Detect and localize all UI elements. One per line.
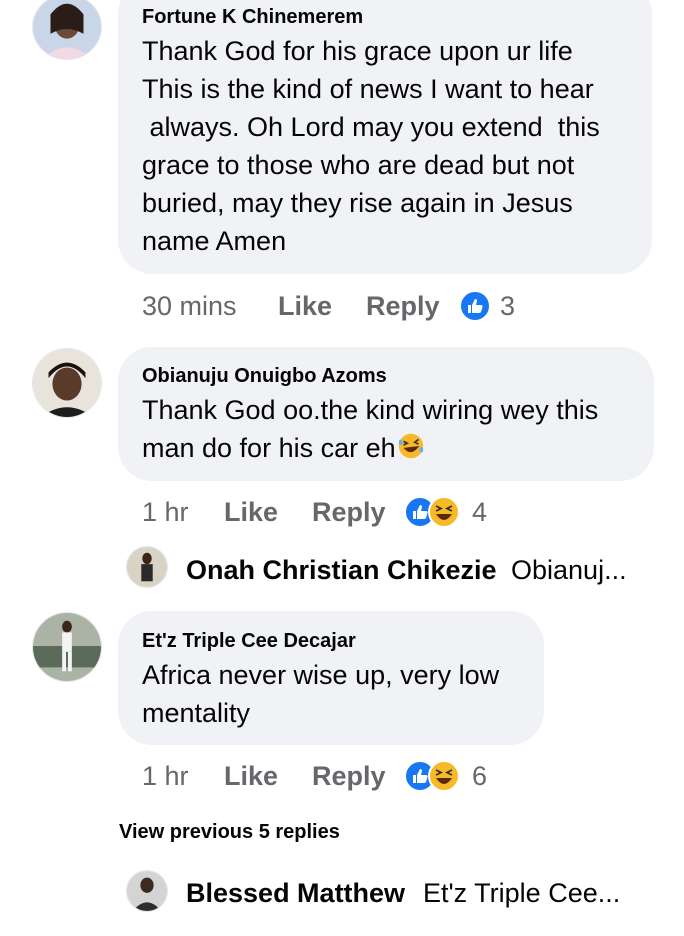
comment-author[interactable]: Obianuju Onuigbo Azoms [142, 365, 387, 388]
avatar-etz[interactable] [32, 612, 102, 682]
comment-text-line: Thank God for his grace upon ur life [142, 36, 573, 66]
comment-text-line: name Amen [142, 226, 287, 256]
comment-text-line: Africa never wise up, very low [142, 660, 500, 690]
reply-button[interactable]: Reply [312, 761, 386, 792]
reaction-count[interactable]: 4 [472, 497, 487, 528]
reply-preview[interactable]: Et'z Triple Cee... [423, 878, 620, 909]
reply-author[interactable]: Blessed Matthew [186, 878, 405, 909]
view-previous-replies-link[interactable]: View previous 5 replies [119, 821, 340, 844]
like-button[interactable]: Like [224, 761, 278, 792]
reaction-count[interactable]: 6 [472, 761, 487, 792]
reply-button[interactable]: Reply [312, 497, 386, 528]
like-button[interactable]: Like [224, 497, 278, 528]
laughing-emoji-icon [398, 433, 423, 459]
comment-timestamp: 30 mins [142, 291, 237, 321]
haha-icon[interactable] [428, 760, 460, 792]
comment-text-line: buried, may they rise again in Jesus [142, 188, 573, 218]
comment-text-line: always. Oh Lord may you extend this [142, 112, 600, 142]
comment-text-line: This is the kind of news I want to hear [142, 74, 594, 104]
reply-author[interactable]: Onah Christian Chikezie [186, 555, 497, 586]
comment-text-fragment: man do for his car eh [142, 433, 396, 463]
like-button[interactable]: Like [278, 291, 332, 322]
comment-text-line: grace to those who are dead but not [142, 150, 575, 180]
like-icon[interactable] [459, 290, 491, 322]
avatar-fortune[interactable] [32, 0, 102, 60]
comment-text-line: mentality [142, 698, 251, 728]
avatar-onah[interactable] [126, 546, 168, 588]
reaction-count[interactable]: 3 [500, 291, 515, 322]
avatar-blessed[interactable] [126, 870, 168, 912]
comment-text-line: Thank God oo.the kind wiring wey this [142, 395, 599, 425]
avatar-obianuju[interactable] [32, 348, 102, 418]
comment-timestamp: 1 hr [142, 497, 189, 527]
reply-button[interactable]: Reply [366, 291, 440, 322]
comment-timestamp: 1 hr [142, 761, 189, 791]
reply-preview[interactable]: Obianuj... [511, 555, 627, 586]
comment-author[interactable]: Fortune K Chinemerem [142, 6, 363, 29]
comment-author[interactable]: Et'z Triple Cee Decajar [142, 630, 356, 653]
haha-icon[interactable] [428, 496, 460, 528]
comment-text-line: man do for his car eh [142, 429, 426, 467]
